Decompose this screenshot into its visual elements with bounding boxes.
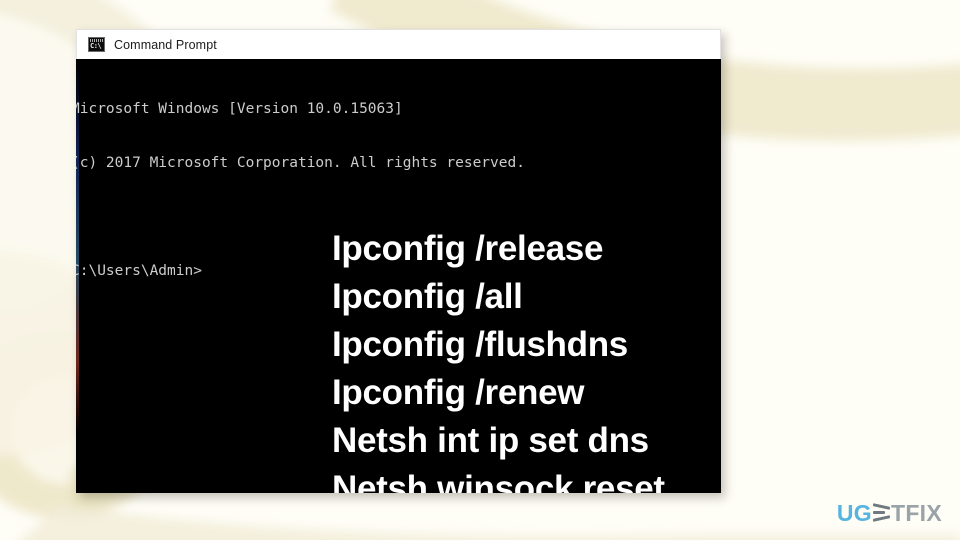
command-item: Ipconfig /all bbox=[332, 277, 523, 316]
command-item: Netsh int ip set dns bbox=[332, 421, 649, 460]
console-line: Microsoft Windows [Version 10.0.15063] bbox=[76, 101, 403, 117]
ugetfix-watermark: UG TFIX bbox=[837, 500, 942, 526]
command-list-overlay: Ipconfig /release Ipconfig /all Ipconfig… bbox=[332, 225, 712, 493]
window-title: Command Prompt bbox=[114, 37, 217, 52]
command-prompt-window[interactable]: C:\ Command Prompt Microsoft Windows [Ve… bbox=[76, 29, 721, 493]
command-item: Ipconfig /flushdns bbox=[332, 325, 628, 364]
console-line: (c) 2017 Microsoft Corporation. All righ… bbox=[76, 155, 525, 171]
command-item: Ipconfig /release bbox=[332, 229, 604, 268]
command-prompt-icon-glyph: C:\ bbox=[90, 42, 102, 50]
console-output-area[interactable]: Microsoft Windows [Version 10.0.15063] (… bbox=[76, 59, 721, 493]
command-item: Ipconfig /renew bbox=[332, 373, 585, 412]
watermark-text-secondary: TFIX bbox=[890, 500, 942, 526]
command-prompt-icon: C:\ bbox=[88, 37, 105, 52]
watermark-text-primary: UG bbox=[836, 500, 872, 526]
command-item: Netsh winsock reset bbox=[332, 469, 665, 493]
watermark-e-glyph-icon bbox=[872, 503, 890, 522]
window-title-bar[interactable]: C:\ Command Prompt bbox=[76, 29, 721, 59]
